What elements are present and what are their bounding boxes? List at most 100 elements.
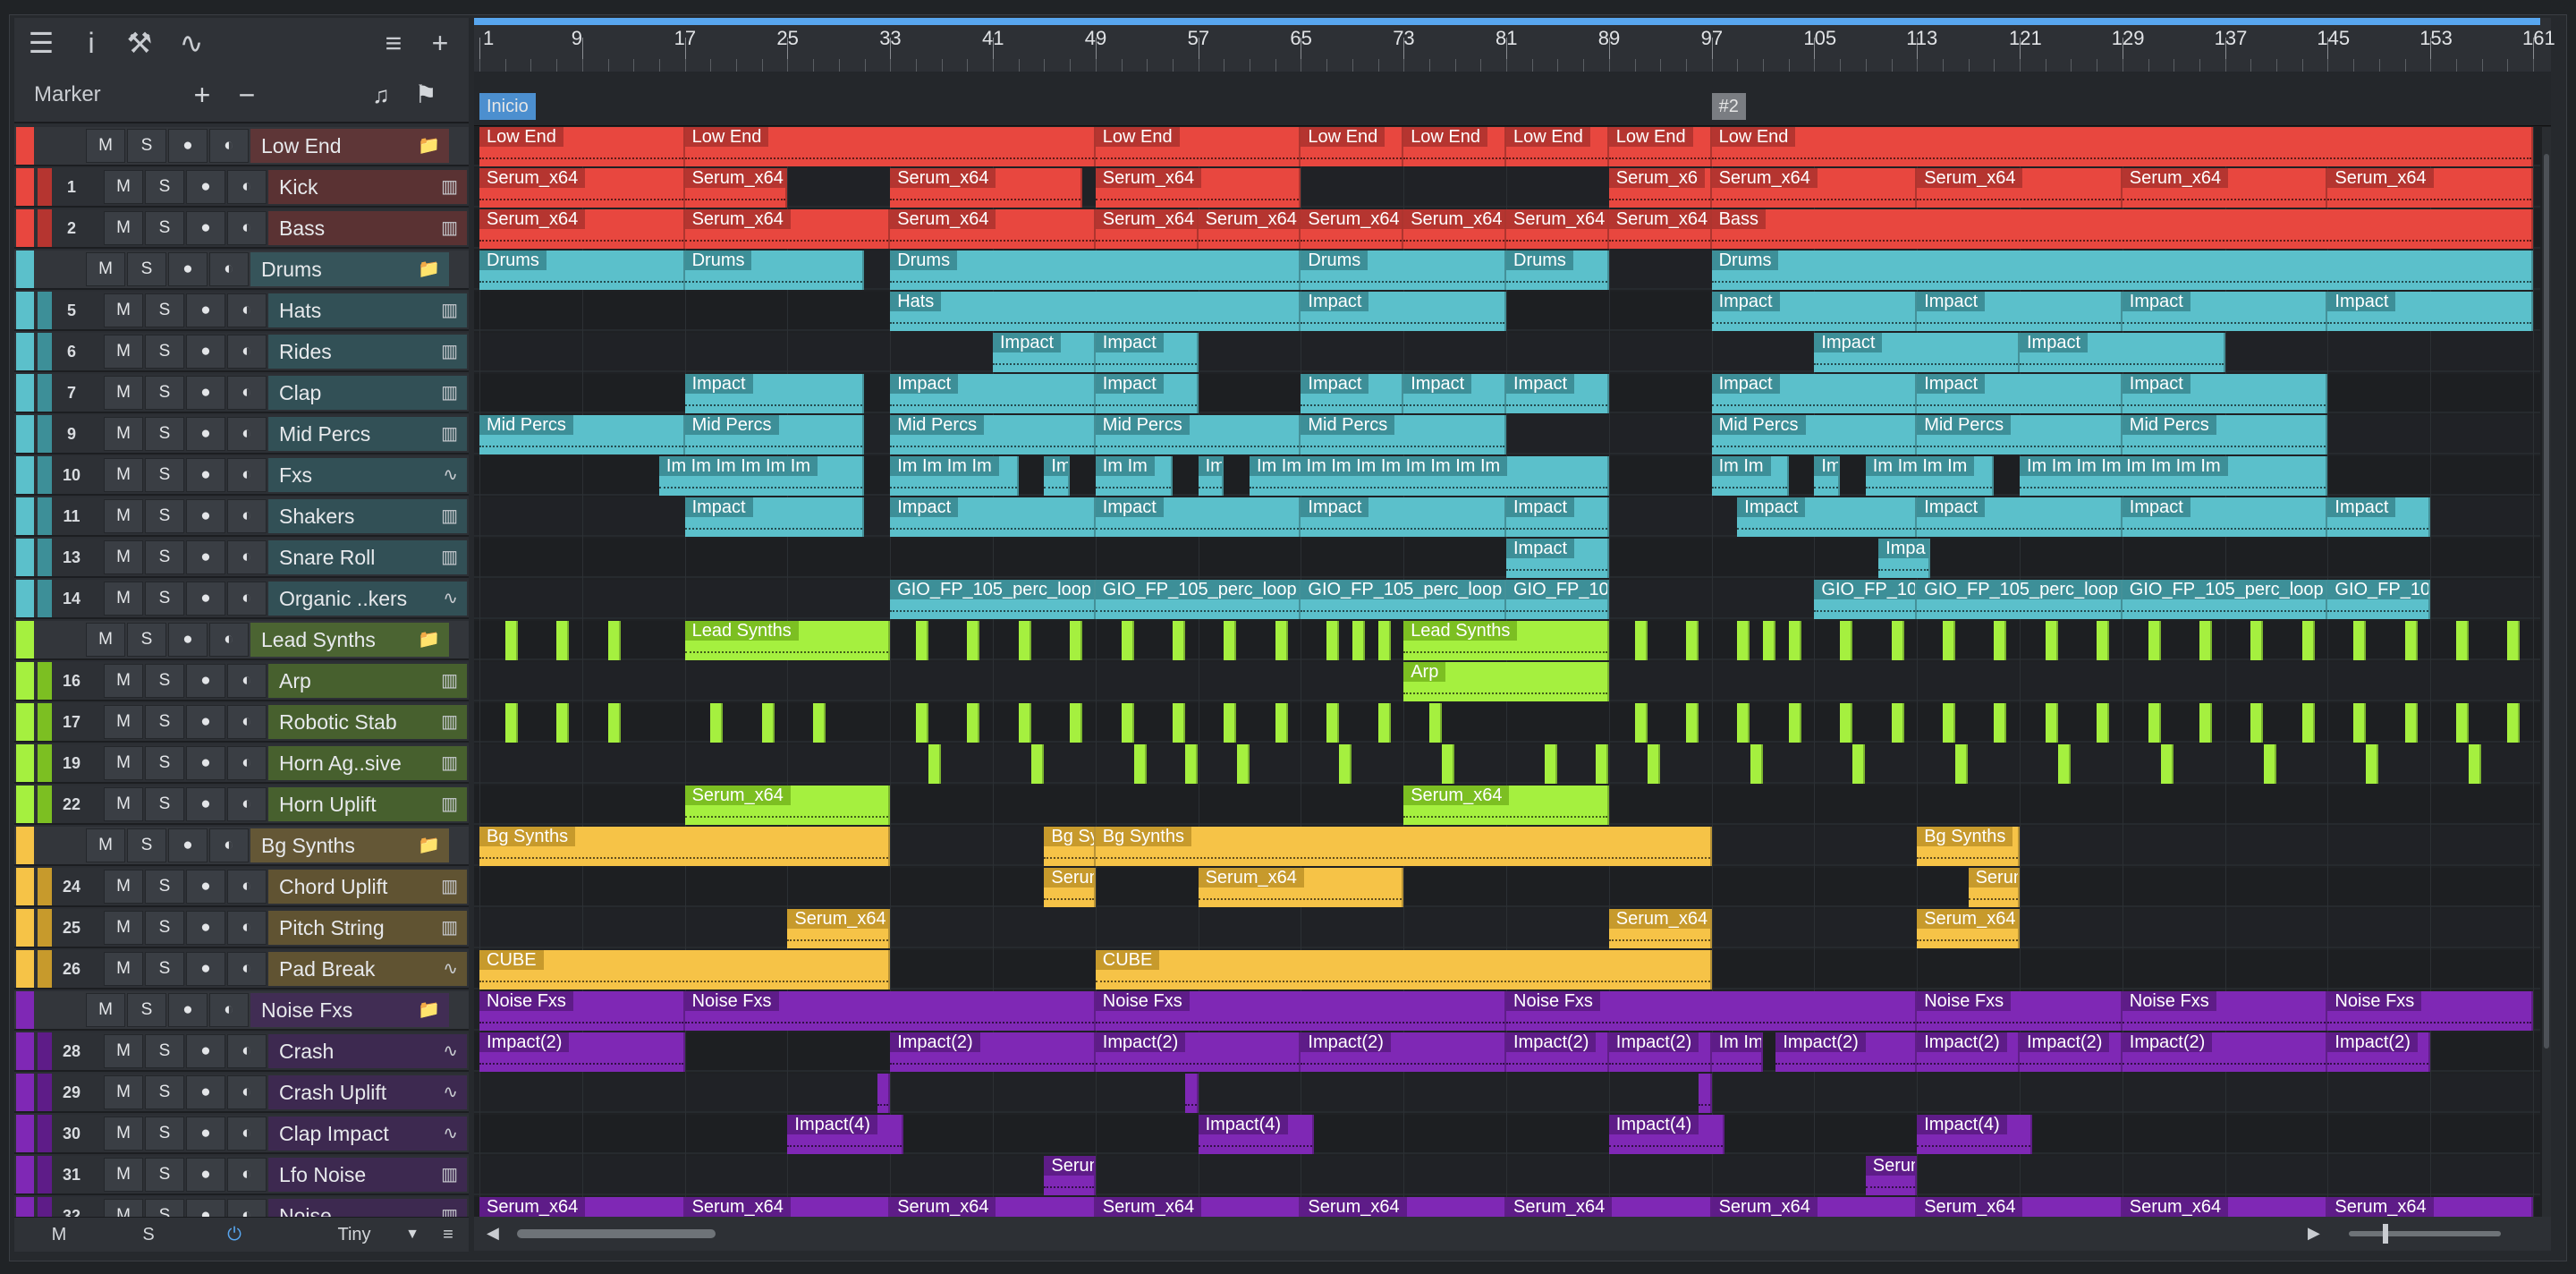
monitor-button[interactable]: ◐ (227, 870, 267, 904)
track-color-strip[interactable] (16, 415, 34, 453)
hit-clip[interactable] (2469, 744, 2482, 784)
solo-button[interactable]: S (145, 787, 184, 821)
hit-clip[interactable] (2199, 703, 2212, 743)
solo-button[interactable]: S (145, 293, 184, 327)
hit-clip[interactable] (1840, 621, 1853, 660)
hit-clip[interactable] (1763, 621, 1775, 660)
arrangement-clip[interactable]: Arp (1403, 662, 1609, 701)
track-color-strip[interactable] (16, 127, 34, 165)
arrangement-clip[interactable]: Serum_x64 (1506, 209, 1609, 249)
arrangement-clip[interactable]: Serum_x64 (479, 209, 685, 249)
arrangement-clip[interactable]: Serum_x6 (1608, 168, 1712, 208)
arrangement-clip[interactable]: Lead Synths (684, 621, 891, 660)
mute-button[interactable]: M (104, 1034, 143, 1068)
record-button[interactable]: ● (168, 252, 208, 286)
track-automation-strip[interactable] (38, 539, 52, 576)
track-color-strip[interactable] (16, 786, 34, 823)
hit-clip[interactable] (1275, 621, 1288, 660)
solo-button[interactable]: S (145, 1034, 184, 1068)
solo-button[interactable]: S (145, 746, 184, 780)
track-row[interactable]: 19 M S ● ◐ Horn Ag..sive ▥ (14, 744, 469, 784)
hit-clip[interactable] (2045, 703, 2058, 743)
hit-clip[interactable] (1031, 744, 1045, 784)
track-automation-strip[interactable] (38, 744, 52, 782)
hit-clip[interactable] (1018, 621, 1031, 660)
track-name[interactable]: Snare Roll ▥ (268, 540, 467, 574)
arrangement-clip[interactable]: Im (1198, 456, 1224, 496)
record-button[interactable]: ● (186, 787, 225, 821)
arrangement-clip[interactable]: Low End (479, 127, 685, 166)
hit-clip[interactable] (1685, 621, 1699, 660)
arrangement-clip[interactable]: Serum_x64 (1403, 786, 1609, 825)
mute-button[interactable]: M (104, 540, 143, 574)
list-icon[interactable]: ≡ (374, 25, 413, 61)
track-row[interactable]: 28 M S ● ◐ Crash ∿ (14, 1032, 469, 1072)
arrangement-clip[interactable]: Impact (1095, 497, 1301, 537)
folder-icon[interactable]: 📁 (418, 129, 440, 163)
track-automation-strip[interactable] (38, 909, 52, 947)
track-automation-strip[interactable] (38, 1074, 52, 1111)
monitor-button[interactable]: ◐ (227, 1034, 267, 1068)
track-lane[interactable] (474, 1156, 2540, 1195)
arrangement-clip[interactable]: Impact (890, 374, 1096, 413)
arrangement-clip[interactable]: Impact (1917, 292, 2123, 331)
track-row[interactable]: 2 M S ● ◐ Bass ▥ (14, 209, 469, 249)
solo-button[interactable]: S (145, 952, 184, 986)
monitor-button[interactable]: ◐ (227, 293, 267, 327)
track-row[interactable]: 5 M S ● ◐ Hats ▥ (14, 292, 469, 331)
record-button[interactable]: ● (186, 1075, 225, 1109)
hit-clip[interactable] (1852, 744, 1866, 784)
keyboard-icon[interactable]: ▥ (441, 293, 458, 327)
monitor-button[interactable]: ◐ (227, 787, 267, 821)
track-name[interactable]: Lfo Noise ▥ (268, 1158, 467, 1192)
arrangement-clip[interactable]: Impact (1095, 374, 1199, 413)
track-lane[interactable] (474, 868, 2540, 907)
arrangement-clip[interactable]: Bg Synths (1095, 827, 1712, 866)
arrangement-clip[interactable]: Im Im Im Im (890, 456, 1019, 496)
monitor-button[interactable]: ◐ (227, 1158, 267, 1192)
hit-clip[interactable] (2148, 703, 2161, 743)
track-color-strip[interactable] (16, 168, 34, 206)
hit-clip[interactable] (607, 703, 621, 743)
track-color-strip[interactable] (16, 209, 34, 247)
monitor-button[interactable]: ◐ (209, 993, 249, 1027)
hit-clip[interactable] (2301, 703, 2315, 743)
monitor-button[interactable]: ◐ (209, 623, 249, 657)
arrangement-clip[interactable]: GIO_FP_10 (2327, 580, 2431, 619)
arrangement-clip[interactable]: Drums (1711, 251, 2533, 290)
hit-clip[interactable] (1685, 703, 1699, 743)
track-name[interactable]: Drums 📁 (250, 252, 449, 286)
arrangement-clip[interactable]: Serum_x64 (1095, 209, 1199, 249)
mute-button[interactable]: M (86, 252, 125, 286)
track-automation-strip[interactable] (38, 1156, 52, 1193)
monitor-button[interactable]: ◐ (227, 335, 267, 369)
arrangement-clip[interactable]: Impact (993, 333, 1096, 372)
record-button[interactable]: ● (186, 705, 225, 739)
arrangement-clip[interactable]: Low End (1301, 127, 1404, 166)
arrangement-clip[interactable]: Serum_x64 (890, 209, 1096, 249)
record-button[interactable]: ● (186, 417, 225, 451)
arrangement-clip[interactable]: Bg Synths (479, 827, 891, 866)
remove-marker-button[interactable]: − (229, 77, 265, 113)
track-color-strip[interactable] (16, 950, 34, 988)
solo-button[interactable]: S (127, 129, 166, 163)
hit-clip[interactable] (504, 621, 518, 660)
keyboard-icon[interactable]: ▥ (441, 746, 458, 780)
arrangement-clip[interactable]: Serum_x64 (1044, 1156, 1096, 1195)
arrangement-clip[interactable]: Mid Percs (1917, 415, 2123, 454)
arrangement-clip[interactable]: Serum_x64 (1608, 209, 1712, 249)
arrangement-clip[interactable]: GIO_FP_105_perc_loop (1301, 580, 1506, 619)
keyboard-icon[interactable]: ▥ (441, 1158, 458, 1192)
track-color-strip[interactable] (16, 868, 34, 905)
track-row[interactable]: 31 M S ● ◐ Lfo Noise ▥ (14, 1156, 469, 1195)
hit-clip[interactable] (2250, 703, 2264, 743)
timeline-ruler[interactable]: 1 9 17 25 33 41 49 57 65 73 81 89 97 105 113 121 129 137 1… (474, 18, 2555, 72)
track-name[interactable]: Clap ▥ (268, 376, 467, 410)
record-button[interactable]: ● (168, 993, 208, 1027)
monitor-button[interactable]: ◐ (227, 540, 267, 574)
track-color-strip[interactable] (16, 991, 34, 1029)
hit-clip[interactable] (1942, 621, 1955, 660)
monitor-button[interactable]: ◐ (227, 211, 267, 245)
record-button[interactable]: ● (186, 293, 225, 327)
arrangement-clip[interactable]: Impact(2) (2020, 1032, 2123, 1072)
